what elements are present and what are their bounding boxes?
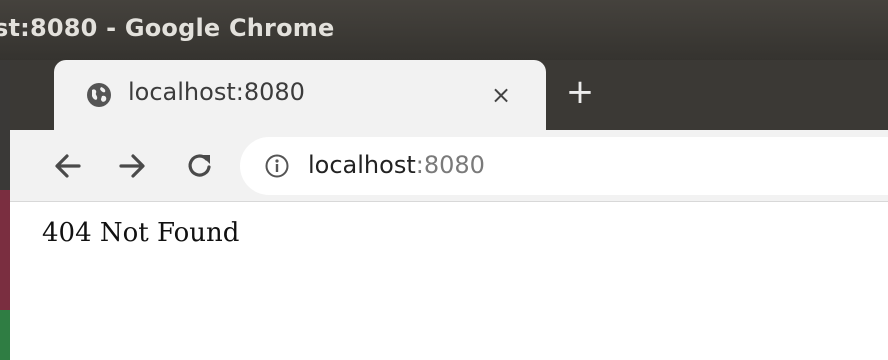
info-icon[interactable]	[264, 153, 290, 179]
arrow-left-icon[interactable]	[50, 148, 86, 184]
tab-strip: localhost:8080 × +	[10, 60, 888, 130]
window-titlebar[interactable]: st:8080 - Google Chrome	[0, 0, 888, 60]
tab-title: localhost:8080	[128, 78, 305, 106]
page-content: 404 Not Found	[10, 202, 888, 360]
url-text: localhost:8080	[308, 151, 485, 179]
address-bar[interactable]: localhost:8080	[240, 137, 888, 195]
globe-icon	[86, 82, 112, 108]
edge-segment	[0, 310, 10, 360]
tab-localhost[interactable]: localhost:8080 ×	[54, 60, 546, 130]
left-window-edge	[0, 60, 10, 360]
browser-toolbar: localhost:8080	[10, 130, 888, 202]
close-icon[interactable]: ×	[488, 82, 514, 108]
edge-segment	[0, 60, 10, 190]
url-host: localhost	[308, 151, 416, 179]
window-title: st:8080 - Google Chrome	[0, 14, 335, 42]
url-port: :8080	[415, 151, 485, 179]
arrow-right-icon[interactable]	[114, 148, 150, 184]
edge-segment	[0, 190, 10, 310]
reload-icon[interactable]	[182, 148, 218, 184]
browser-screen: st:8080 - Google Chrome localhost:8080 ×…	[0, 0, 888, 360]
error-message: 404 Not Found	[42, 218, 240, 248]
new-tab-button[interactable]: +	[564, 75, 596, 109]
